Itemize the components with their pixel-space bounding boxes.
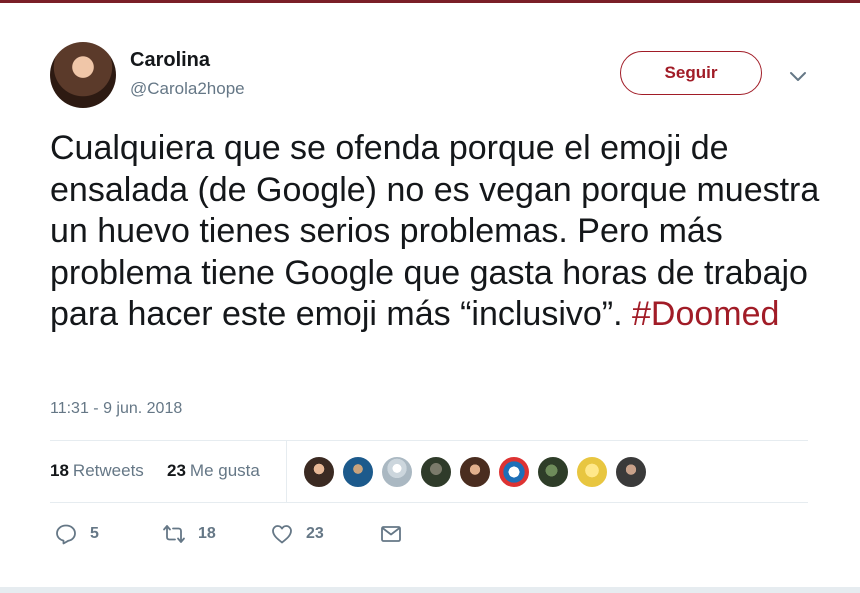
reply-count: 5 — [90, 525, 99, 542]
liker-avatar[interactable] — [302, 455, 336, 489]
top-border — [0, 0, 860, 3]
tweet-text: Cualquiera que se ofenda porque el emoji… — [50, 128, 820, 336]
likes-stat[interactable]: 23 Me gusta — [167, 461, 260, 481]
retweet-count: 18 — [198, 525, 216, 542]
retweets-count: 18 — [50, 461, 69, 480]
retweets-stat[interactable]: 18 Retweets — [50, 461, 144, 481]
bottom-border — [0, 587, 860, 593]
avatar[interactable] — [50, 42, 116, 108]
divider — [50, 502, 808, 503]
likes-label: Me gusta — [189, 461, 260, 480]
mail-icon[interactable] — [379, 522, 403, 546]
reply-icon[interactable] — [54, 522, 78, 546]
user-handle[interactable]: @Carola2hope — [130, 79, 245, 99]
like-count: 23 — [306, 525, 324, 542]
retweet-icon[interactable] — [162, 522, 186, 546]
reply-action[interactable]: 5 — [54, 522, 99, 546]
likes-count: 23 — [167, 461, 186, 480]
heart-icon[interactable] — [270, 522, 294, 546]
liker-avatar[interactable] — [380, 455, 414, 489]
liker-avatar[interactable] — [458, 455, 492, 489]
liker-avatar[interactable] — [536, 455, 570, 489]
tweet-timestamp[interactable]: 11:31 - 9 jun. 2018 — [50, 400, 182, 418]
chevron-down-icon[interactable] — [788, 66, 808, 86]
message-action[interactable] — [379, 522, 403, 546]
like-action[interactable]: 23 — [270, 522, 324, 546]
hashtag-link[interactable]: #Doomed — [632, 295, 779, 333]
follow-button[interactable]: Seguir — [620, 51, 762, 95]
retweet-action[interactable]: 18 — [162, 522, 216, 546]
liker-avatar[interactable] — [497, 455, 531, 489]
stats-divider — [286, 441, 287, 502]
divider — [50, 440, 808, 441]
display-name[interactable]: Carolina — [130, 49, 210, 72]
liker-avatar[interactable] — [419, 455, 453, 489]
liker-avatar[interactable] — [575, 455, 609, 489]
liker-avatar[interactable] — [341, 455, 375, 489]
retweets-label: Retweets — [72, 461, 144, 480]
liker-avatar[interactable] — [614, 455, 648, 489]
